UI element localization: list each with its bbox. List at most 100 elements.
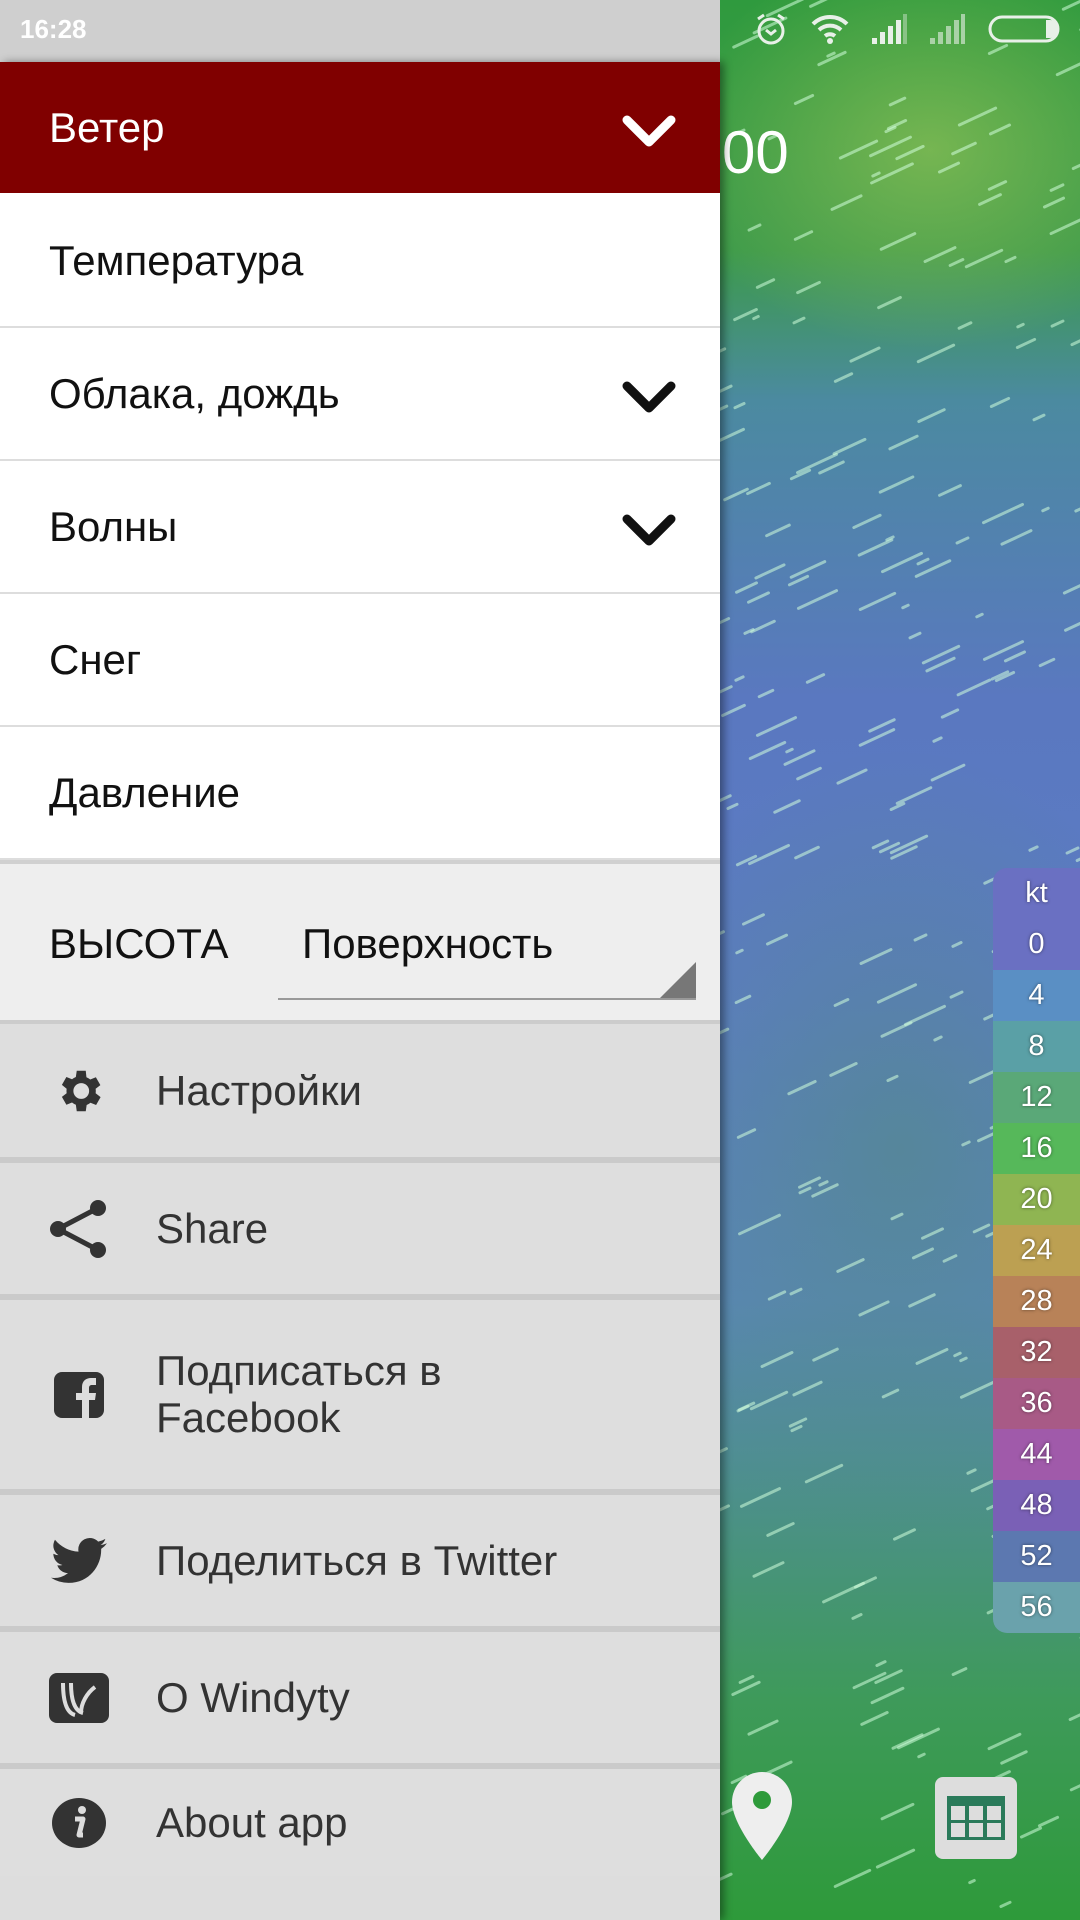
wind-streak <box>916 1752 926 1759</box>
wind-streak <box>859 1710 889 1727</box>
menu-item-gear[interactable]: Настройки <box>0 1024 720 1163</box>
wind-streak <box>949 990 965 1000</box>
height-dropdown[interactable]: Поверхность <box>278 920 696 1000</box>
chevron-down-icon[interactable] <box>622 510 676 545</box>
legend-value: 32 <box>993 1327 1080 1378</box>
wind-streak <box>732 307 760 322</box>
layer-label: Снег <box>49 635 142 683</box>
wind-streak <box>848 345 882 364</box>
wind-streak <box>759 1350 794 1369</box>
menu-item-label: O Windyty <box>156 1673 350 1721</box>
dropdown-arrow-icon <box>660 962 696 998</box>
legend-value: 12 <box>993 1072 1080 1123</box>
wind-streak <box>880 1021 914 1039</box>
legend-value: 56 <box>993 1582 1080 1633</box>
wind-streak <box>805 672 826 685</box>
menu-item-info[interactable]: About app <box>0 1769 720 1876</box>
layer-item[interactable]: Температура <box>0 195 720 328</box>
wind-streak <box>1065 845 1080 856</box>
layer-item[interactable]: Облака, дождь <box>0 328 720 461</box>
wind-streak <box>1003 255 1017 264</box>
wind-streak <box>784 747 795 754</box>
wind-streak <box>950 141 978 156</box>
layer-item[interactable]: Давление <box>0 727 720 860</box>
layer-item[interactable]: Ветер <box>0 62 720 195</box>
wind-streak <box>857 537 895 558</box>
wind-streak <box>900 602 910 610</box>
chevron-down-icon[interactable] <box>622 111 676 146</box>
wind-streak <box>907 631 922 641</box>
wind-streak <box>852 513 883 530</box>
wind-streak <box>987 179 1008 192</box>
wind-streak <box>734 580 759 595</box>
wind-streak <box>730 1680 761 1697</box>
location-pin-icon[interactable] <box>730 1770 794 1862</box>
info-icon <box>48 1792 110 1854</box>
wind-streak <box>787 1079 818 1096</box>
menu-item-facebook[interactable]: Подписаться в Facebook <box>0 1300 720 1495</box>
signal-icon-2 <box>930 14 965 44</box>
wind-streak <box>930 763 967 783</box>
navigation-drawer: Ветер Температура Облака, дождь Волны Снег Да… <box>0 62 720 1920</box>
wind-streak <box>892 1527 917 1542</box>
status-bar: 16:28 <box>0 0 1080 62</box>
wifi-icon <box>811 14 849 44</box>
wind-streak <box>917 407 947 424</box>
wind-streak <box>986 1732 1022 1751</box>
legend-value: 16 <box>993 1123 1080 1174</box>
wind-streak <box>915 1347 949 1366</box>
wind-streak <box>748 740 787 761</box>
wind-streak <box>720 703 746 718</box>
layer-item[interactable]: Снег <box>0 594 720 727</box>
gear-icon <box>48 1060 110 1122</box>
wind-streak <box>876 294 903 310</box>
wind-streak <box>755 715 798 738</box>
wind-streak <box>789 1287 804 1297</box>
legend-value: 52 <box>993 1531 1080 1582</box>
wind-streak <box>894 785 933 806</box>
height-selector-row: ВЫСОТА Поверхность <box>0 860 720 1024</box>
wind-streak <box>1003 650 1026 663</box>
wind-speed-legend[interactable]: kt 0 4 8 12 16 20 24 28 32 36 44 48 52 56 <box>993 868 1080 1633</box>
calendar-grid-button[interactable] <box>935 1777 1017 1859</box>
wind-streak <box>795 766 823 781</box>
wind-streak <box>1062 573 1080 595</box>
menu-item-label: Настройки <box>156 1066 362 1114</box>
wind-streak <box>732 401 747 410</box>
facebook-icon <box>48 1364 110 1426</box>
wind-streak <box>811 1346 840 1362</box>
legend-value: 36 <box>993 1378 1080 1429</box>
layer-label: Облака, дождь <box>49 369 340 417</box>
wind-streak <box>734 948 745 955</box>
wind-streak <box>972 1223 991 1235</box>
battery-icon <box>988 15 1060 43</box>
wind-streak <box>722 487 749 502</box>
grid-icon <box>947 1796 1005 1840</box>
wind-streak <box>875 1847 917 1869</box>
layer-label: Давление <box>49 768 241 816</box>
wind-streak <box>981 502 1025 525</box>
wind-streak <box>982 639 1025 661</box>
wind-streak <box>833 1868 872 1888</box>
wind-streak <box>894 143 926 161</box>
wind-streak <box>792 316 807 326</box>
wind-streak <box>796 588 839 611</box>
layer-item[interactable]: Волны <box>0 461 720 594</box>
legend-value: 24 <box>993 1225 1080 1276</box>
menu-item-windyty[interactable]: O Windyty <box>0 1632 720 1769</box>
wind-streak <box>1049 217 1080 236</box>
wind-streak <box>879 231 917 252</box>
menu-item-twitter[interactable]: Поделиться в Twitter <box>0 1495 720 1632</box>
wind-streak <box>751 1560 785 1579</box>
wind-streak <box>1074 852 1080 863</box>
wind-streak <box>1063 618 1080 633</box>
wind-streak <box>999 1900 1012 1909</box>
chevron-down-icon[interactable] <box>622 377 676 412</box>
status-time: 16:28 <box>20 14 87 44</box>
wind-streak <box>923 245 958 264</box>
layer-label: Волны <box>49 502 178 550</box>
wind-streak <box>850 1612 863 1620</box>
menu-item-label: Поделиться в Twitter <box>156 1536 558 1584</box>
menu-item-share[interactable]: Share <box>0 1163 720 1300</box>
wind-streak <box>896 1727 941 1750</box>
